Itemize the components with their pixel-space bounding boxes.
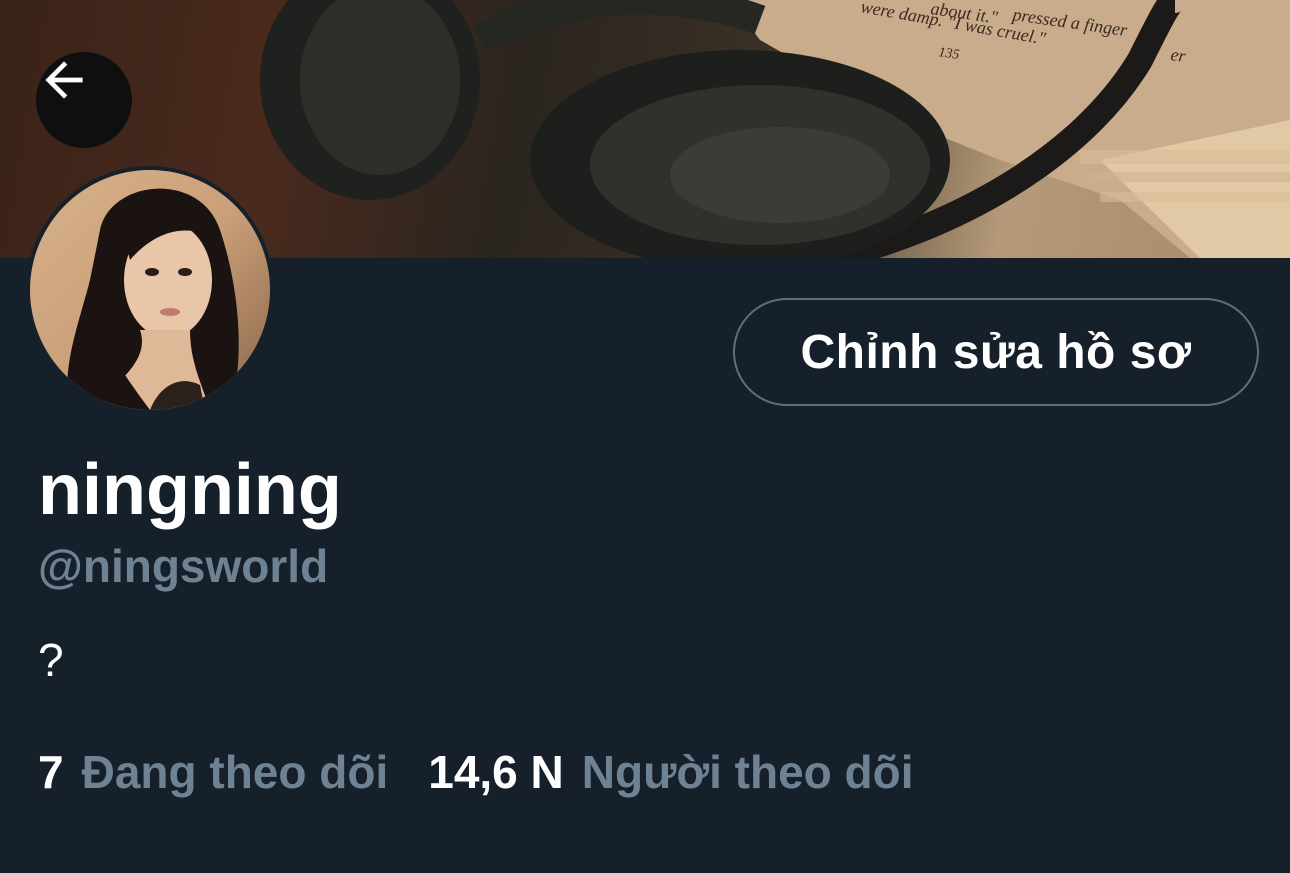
back-button[interactable] (36, 52, 132, 148)
display-name: ningning (38, 450, 342, 530)
follow-stats: 7 Đang theo dõi 14,6 N Người theo dõi (38, 744, 914, 800)
user-handle: @ningsworld (38, 540, 329, 592)
book-text-line-4: 135 (937, 45, 960, 63)
bio: ? (38, 634, 64, 686)
edit-profile-button[interactable]: Chỉnh sửa hồ sơ (733, 298, 1259, 406)
profile-avatar[interactable] (26, 166, 274, 414)
arrow-left-icon (45, 61, 83, 99)
following-stat[interactable]: 7 Đang theo dõi (38, 744, 388, 800)
followers-count: 14,6 N (428, 746, 564, 798)
followers-label: Người theo dõi (581, 746, 914, 798)
following-label: Đang theo dõi (81, 746, 389, 798)
followers-stat[interactable]: 14,6 N Người theo dõi (428, 744, 913, 800)
following-count: 7 (38, 746, 64, 798)
avatar-image (30, 170, 270, 410)
